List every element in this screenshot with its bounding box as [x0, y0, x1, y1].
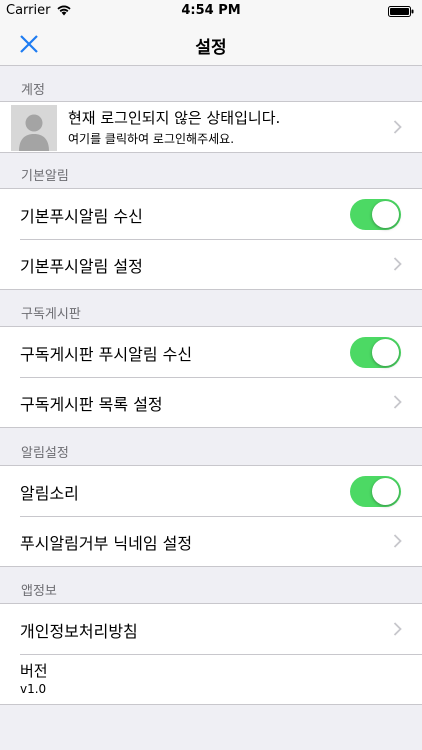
alert-sound-toggle[interactable] — [350, 476, 401, 507]
alert-sound-label: 알림소리 — [20, 484, 79, 503]
basic-push-label: 기본푸시알림 수신 — [20, 207, 143, 226]
chevron-right-icon — [393, 534, 402, 548]
version-row: 버전 v1.0 — [0, 654, 422, 704]
avatar-icon — [11, 105, 57, 151]
section-header-subscribed: 구독게시판 — [21, 307, 81, 322]
section-header-account: 계정 — [21, 83, 45, 98]
chevron-right-icon — [393, 395, 402, 409]
subscribed-list-label: 구독게시판 목록 설정 — [20, 395, 163, 414]
privacy-policy-row[interactable]: 개인정보처리방침 — [0, 604, 422, 654]
version-label: 버전 — [20, 662, 48, 680]
chevron-right-icon — [393, 120, 402, 134]
subscribed-push-toggle[interactable] — [350, 337, 401, 368]
chevron-right-icon — [393, 622, 402, 636]
account-group: 현재 로그인되지 않은 상태입니다. 여기를 클릭하여 로그인해주세요. — [0, 101, 422, 153]
alert-sound-row: 알림소리 — [0, 466, 422, 516]
basic-push-settings-label: 기본푸시알림 설정 — [20, 257, 143, 276]
section-header-basic: 기본알림 — [21, 169, 69, 184]
login-status-text: 현재 로그인되지 않은 상태입니다. — [68, 109, 281, 127]
nickname-block-label: 푸시알림거부 닉네임 설정 — [20, 534, 193, 553]
basic-push-toggle[interactable] — [350, 199, 401, 230]
basic-group: 기본푸시알림 수신 기본푸시알림 설정 — [0, 188, 422, 290]
page-title: 설정 — [195, 38, 227, 58]
login-hint-text: 여기를 클릭하여 로그인해주세요. — [68, 132, 235, 146]
privacy-policy-label: 개인정보처리방침 — [20, 622, 138, 641]
basic-push-settings-row[interactable]: 기본푸시알림 설정 — [0, 239, 422, 289]
toggle-knob — [372, 201, 399, 228]
subscribed-group: 구독게시판 푸시알림 수신 구독게시판 목록 설정 — [0, 326, 422, 428]
subscribed-list-row[interactable]: 구독게시판 목록 설정 — [0, 377, 422, 427]
toggle-knob — [372, 339, 399, 366]
toggle-knob — [372, 478, 399, 505]
section-header-alerts: 알림설정 — [21, 446, 69, 461]
nickname-block-row[interactable]: 푸시알림거부 닉네임 설정 — [0, 516, 422, 566]
alerts-group: 알림소리 푸시알림거부 닉네임 설정 — [0, 465, 422, 567]
status-bar: Carrier 4:54 PM — [0, 0, 422, 22]
account-login-row[interactable]: 현재 로그인되지 않은 상태입니다. 여기를 클릭하여 로그인해주세요. — [0, 102, 422, 152]
basic-push-row: 기본푸시알림 수신 — [0, 189, 422, 239]
battery-icon — [388, 6, 414, 21]
status-time: 4:54 PM — [181, 3, 241, 18]
navigation-bar: 설정 — [0, 22, 422, 66]
app-info-group: 개인정보처리방침 버전 v1.0 — [0, 603, 422, 705]
chevron-right-icon — [393, 257, 402, 271]
subscribed-push-row: 구독게시판 푸시알림 수신 — [0, 327, 422, 377]
version-value: v1.0 — [20, 682, 47, 696]
subscribed-push-label: 구독게시판 푸시알림 수신 — [20, 345, 193, 364]
section-header-app-info: 앱정보 — [21, 584, 57, 599]
